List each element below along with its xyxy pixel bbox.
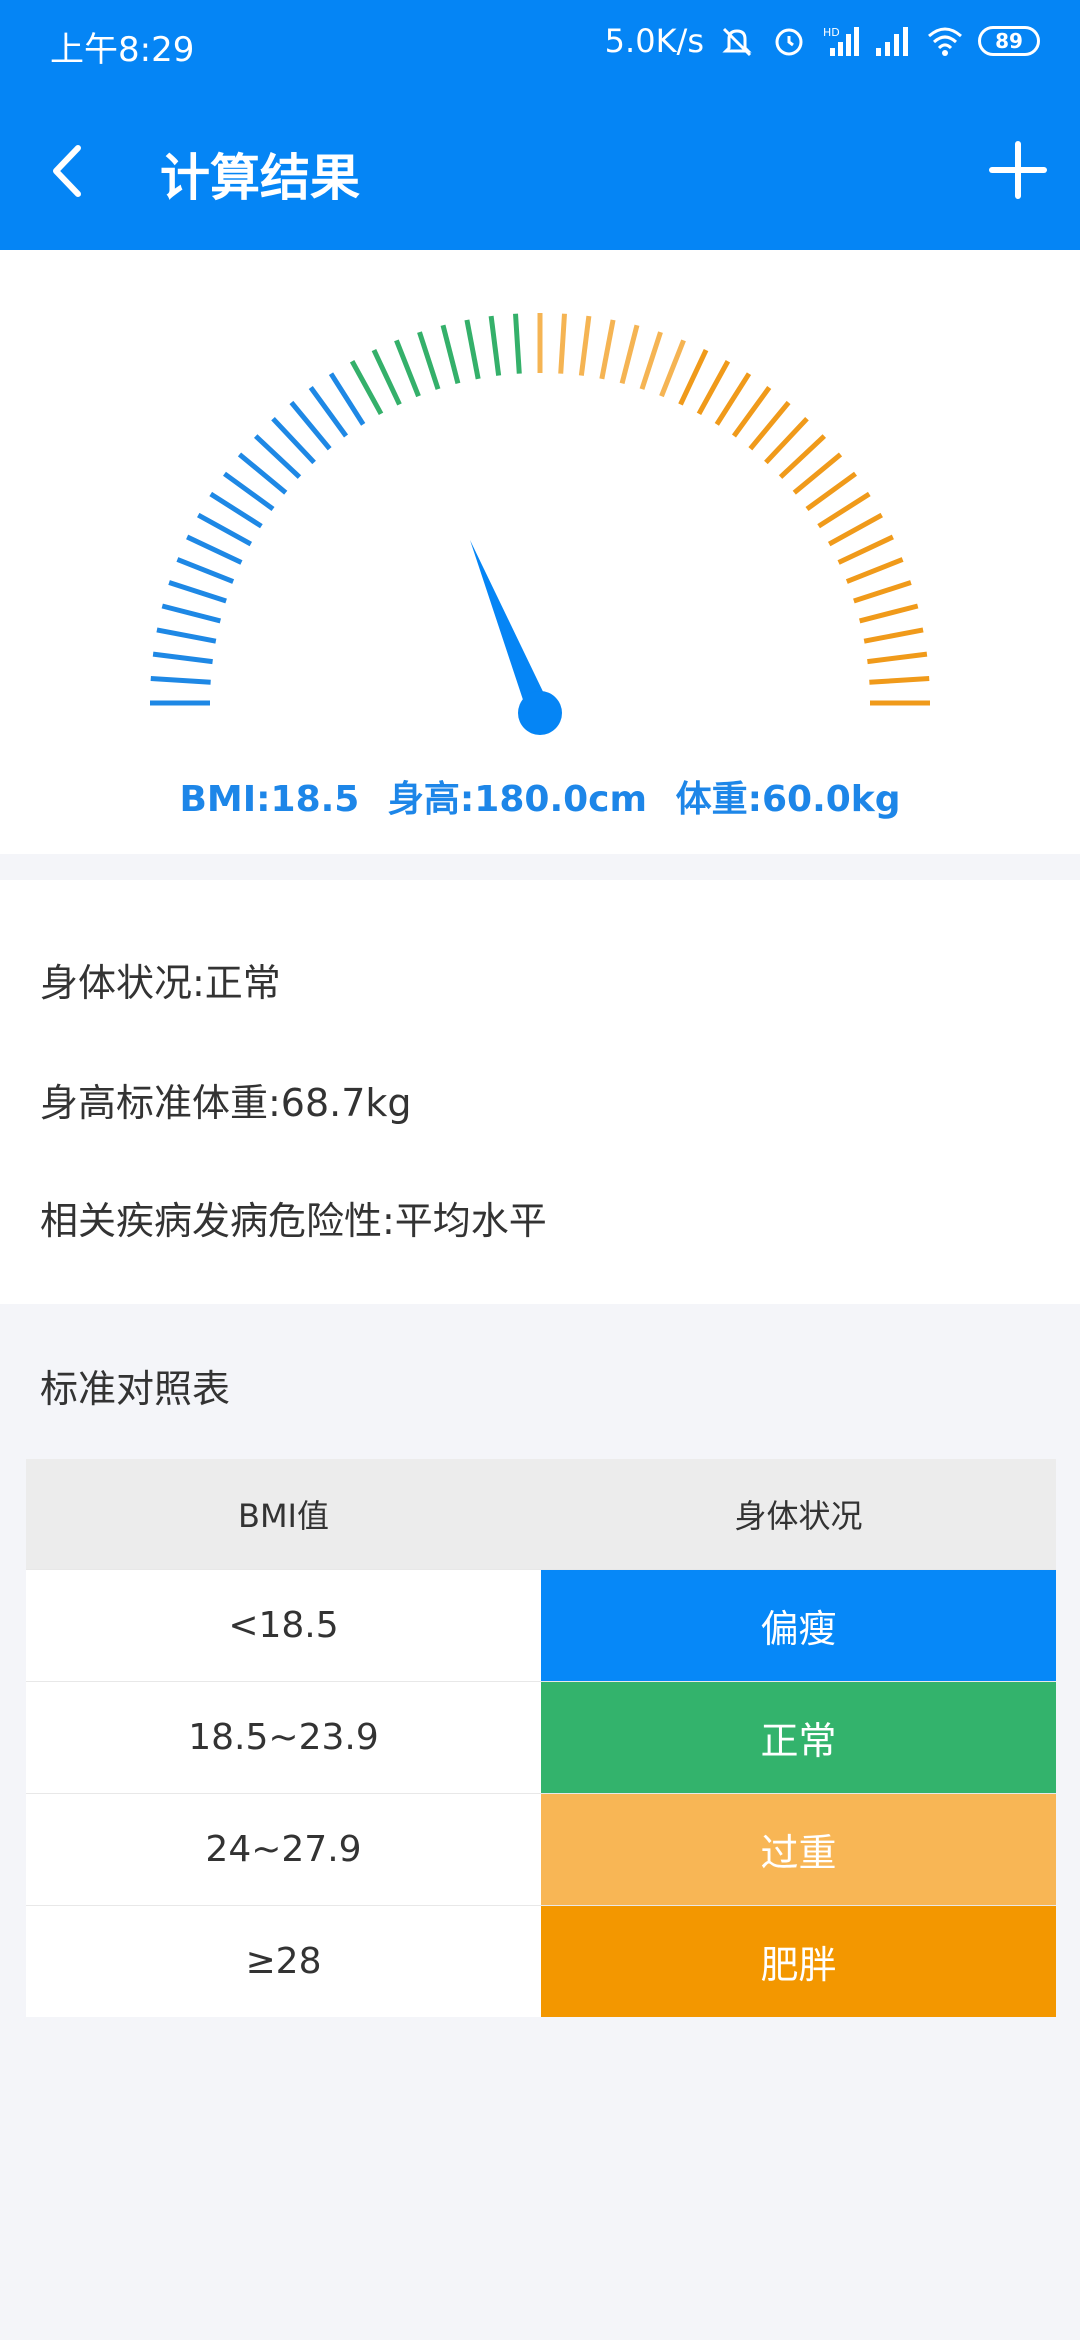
gauge-tick bbox=[176, 557, 235, 584]
gauge-tick bbox=[417, 331, 441, 390]
gauge-tick bbox=[845, 557, 904, 584]
status-icons: 5.0K/s HD 89 bbox=[605, 22, 1040, 60]
status-cell: 肥胖 bbox=[541, 1906, 1056, 2017]
gauge-tick bbox=[161, 603, 221, 624]
gauge-tick bbox=[827, 512, 883, 547]
bmi-gauge bbox=[150, 313, 930, 735]
app-bar: 计算结果 bbox=[0, 92, 1080, 250]
header-condition: 身体状况 bbox=[734, 1497, 863, 1535]
gauge-tick bbox=[714, 372, 752, 426]
gauge-tick bbox=[328, 372, 366, 426]
chevron-left-icon[interactable] bbox=[38, 138, 98, 204]
gauge-tick bbox=[558, 313, 567, 374]
gauge-tick bbox=[659, 339, 686, 398]
gauge-tick bbox=[371, 349, 402, 406]
gauge-tick bbox=[488, 315, 502, 376]
gauge-tick bbox=[863, 627, 924, 644]
table-header: BMI值 身体状况 bbox=[26, 1459, 1056, 1569]
bmi-value-text: BMI:18.5 bbox=[179, 779, 360, 820]
gauge-tick bbox=[578, 315, 592, 376]
status-cell: 正常 bbox=[541, 1682, 1056, 1793]
hd-signal-icon: HD bbox=[823, 26, 859, 56]
gauge-tick bbox=[156, 627, 217, 644]
bmi-range-cell: ≥28 bbox=[26, 1906, 541, 2017]
status-time: 上午8:29 bbox=[50, 30, 195, 70]
bmi-range-cell: 24~27.9 bbox=[26, 1794, 541, 1905]
gauge-tick bbox=[859, 603, 919, 624]
gauge-tick bbox=[867, 651, 928, 665]
gauge-tick bbox=[440, 324, 461, 384]
gauge-tick bbox=[619, 324, 640, 384]
weight-value-text: 体重:60.0kg bbox=[675, 779, 901, 820]
gauge-tick bbox=[464, 319, 481, 380]
gauge-tick bbox=[168, 580, 227, 604]
gauge-tick bbox=[150, 676, 211, 685]
gauge-tick bbox=[394, 339, 421, 398]
disease-risk-text: 相关疾病发病危险性:平均水平 bbox=[40, 1199, 547, 1243]
svg-text:HD: HD bbox=[823, 26, 840, 39]
gauge-tick bbox=[349, 360, 384, 416]
gauge-tick bbox=[837, 534, 894, 565]
bmi-gauge-card: BMI:18.5 身高:180.0cm 体重:60.0kg bbox=[0, 250, 1080, 854]
gauge-tick bbox=[696, 360, 731, 416]
gauge-tick bbox=[869, 676, 930, 685]
status-cell: 偏瘦 bbox=[541, 1570, 1056, 1681]
bmi-range-cell: <18.5 bbox=[26, 1570, 541, 1681]
bell-off-icon bbox=[722, 27, 752, 57]
reference-table: BMI值 身体状况 <18.5 偏瘦 18.5~23.9 正常 24~27.9 … bbox=[26, 1459, 1056, 2017]
battery-icon: 89 bbox=[978, 26, 1040, 56]
signal-icon bbox=[876, 27, 908, 56]
reference-table-title: 标准对照表 bbox=[40, 1367, 231, 1411]
table-row: <18.5 偏瘦 bbox=[26, 1569, 1056, 1681]
standard-weight-text: 身高标准体重:68.7kg bbox=[40, 1081, 412, 1125]
gauge-tick bbox=[599, 319, 616, 380]
table-row: 18.5~23.9 正常 bbox=[26, 1681, 1056, 1793]
header-bmi: BMI值 bbox=[237, 1497, 329, 1535]
gauge-tick bbox=[678, 349, 709, 406]
result-info-card: 身体状况:正常 身高标准体重:68.7kg 相关疾病发病危险性:平均水平 bbox=[0, 880, 1080, 1304]
plus-icon[interactable] bbox=[988, 140, 1048, 200]
gauge-tick bbox=[197, 512, 253, 547]
wifi-icon bbox=[928, 27, 962, 56]
status-cell: 过重 bbox=[541, 1794, 1056, 1905]
gauge-tick bbox=[513, 313, 522, 374]
bmi-summary: BMI:18.5 身高:180.0cm 体重:60.0kg bbox=[0, 770, 1080, 822]
alarm-icon bbox=[775, 28, 803, 56]
gauge-needle bbox=[470, 540, 552, 718]
bmi-range-cell: 18.5~23.9 bbox=[26, 1682, 541, 1793]
table-row: 24~27.9 过重 bbox=[26, 1793, 1056, 1905]
gauge-tick bbox=[853, 580, 912, 604]
network-speed: 5.0K/s bbox=[604, 22, 704, 60]
body-condition-text: 身体状况:正常 bbox=[40, 961, 281, 1005]
status-bar: 上午8:29 5.0K/s HD 89 bbox=[0, 0, 1080, 92]
gauge-tick bbox=[639, 331, 663, 390]
page-title: 计算结果 bbox=[160, 149, 360, 207]
gauge-tick bbox=[817, 491, 871, 529]
table-row: ≥28 肥胖 bbox=[26, 1905, 1056, 2017]
gauge-tick bbox=[152, 651, 213, 665]
gauge-tick bbox=[186, 534, 243, 565]
height-value-text: 身高:180.0cm bbox=[387, 779, 648, 820]
gauge-tick bbox=[209, 491, 263, 529]
gauge-needle-hub bbox=[518, 691, 562, 735]
